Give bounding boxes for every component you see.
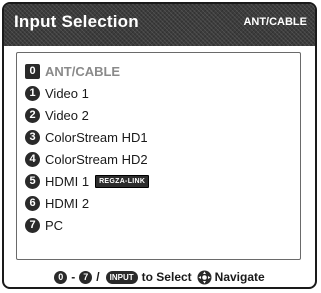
regza-link-badge: REGZA-LINK xyxy=(95,174,150,188)
input-item-colorstream-hd2[interactable]: 4 ColorStream HD2 xyxy=(25,148,149,170)
range-dash: - xyxy=(71,270,76,284)
input-label: PC xyxy=(45,217,64,233)
input-label: Video 2 xyxy=(45,107,89,123)
dialog-header: Input Selection ANT/CABLE xyxy=(4,4,315,46)
slash-separator: / xyxy=(96,270,100,284)
input-label: Video 1 xyxy=(45,85,89,101)
navigate-hint-text: Navigate xyxy=(214,270,265,284)
number-0-key-icon: 0 xyxy=(54,270,68,284)
input-item-video-1[interactable]: 1 Video 1 xyxy=(25,82,149,104)
input-label: ColorStream HD1 xyxy=(45,129,148,145)
number-7-key-icon: 7 xyxy=(79,270,93,284)
current-input-label: ANT/CABLE xyxy=(243,16,307,28)
input-label: ColorStream HD2 xyxy=(45,151,148,167)
input-list: 0 ANT/CABLE 1 Video 1 2 Video 2 3 ColorS… xyxy=(25,60,150,236)
number-4-icon: 4 xyxy=(25,151,40,167)
navigation-pad-icon xyxy=(197,270,212,285)
input-item-ant-cable[interactable]: 0 ANT/CABLE xyxy=(25,60,149,82)
number-7-icon: 7 xyxy=(25,217,40,233)
dialog-title: Input Selection xyxy=(14,12,139,31)
input-item-video-2[interactable]: 2 Video 2 xyxy=(25,104,149,126)
input-label: HDMI 1 xyxy=(45,173,90,189)
input-item-hdmi-1[interactable]: 5 HDMI 1 REGZA-LINK xyxy=(25,170,150,192)
dialog-footer-hint: 0 - 7 / INPUT to Select Navigate xyxy=(4,266,315,287)
select-hint-text: to Select xyxy=(141,270,192,284)
input-item-pc[interactable]: 7 PC xyxy=(25,214,149,236)
number-3-icon: 3 xyxy=(25,129,40,145)
input-item-hdmi-2[interactable]: 6 HDMI 2 xyxy=(25,192,149,214)
input-label: ANT/CABLE xyxy=(45,63,121,79)
input-button-icon: INPUT xyxy=(105,270,138,284)
number-0-icon: 0 xyxy=(25,63,40,79)
number-1-icon: 1 xyxy=(25,85,40,101)
input-label: HDMI 2 xyxy=(45,195,90,211)
input-item-colorstream-hd1[interactable]: 3 ColorStream HD1 xyxy=(25,126,149,148)
number-5-icon: 5 xyxy=(25,173,40,189)
number-6-icon: 6 xyxy=(25,195,40,211)
input-selection-dialog: Input Selection ANT/CABLE 0 ANT/CABLE 1 … xyxy=(2,2,317,289)
number-2-icon: 2 xyxy=(25,107,40,123)
input-list-panel: 0 ANT/CABLE 1 Video 1 2 Video 2 3 ColorS… xyxy=(16,52,301,260)
